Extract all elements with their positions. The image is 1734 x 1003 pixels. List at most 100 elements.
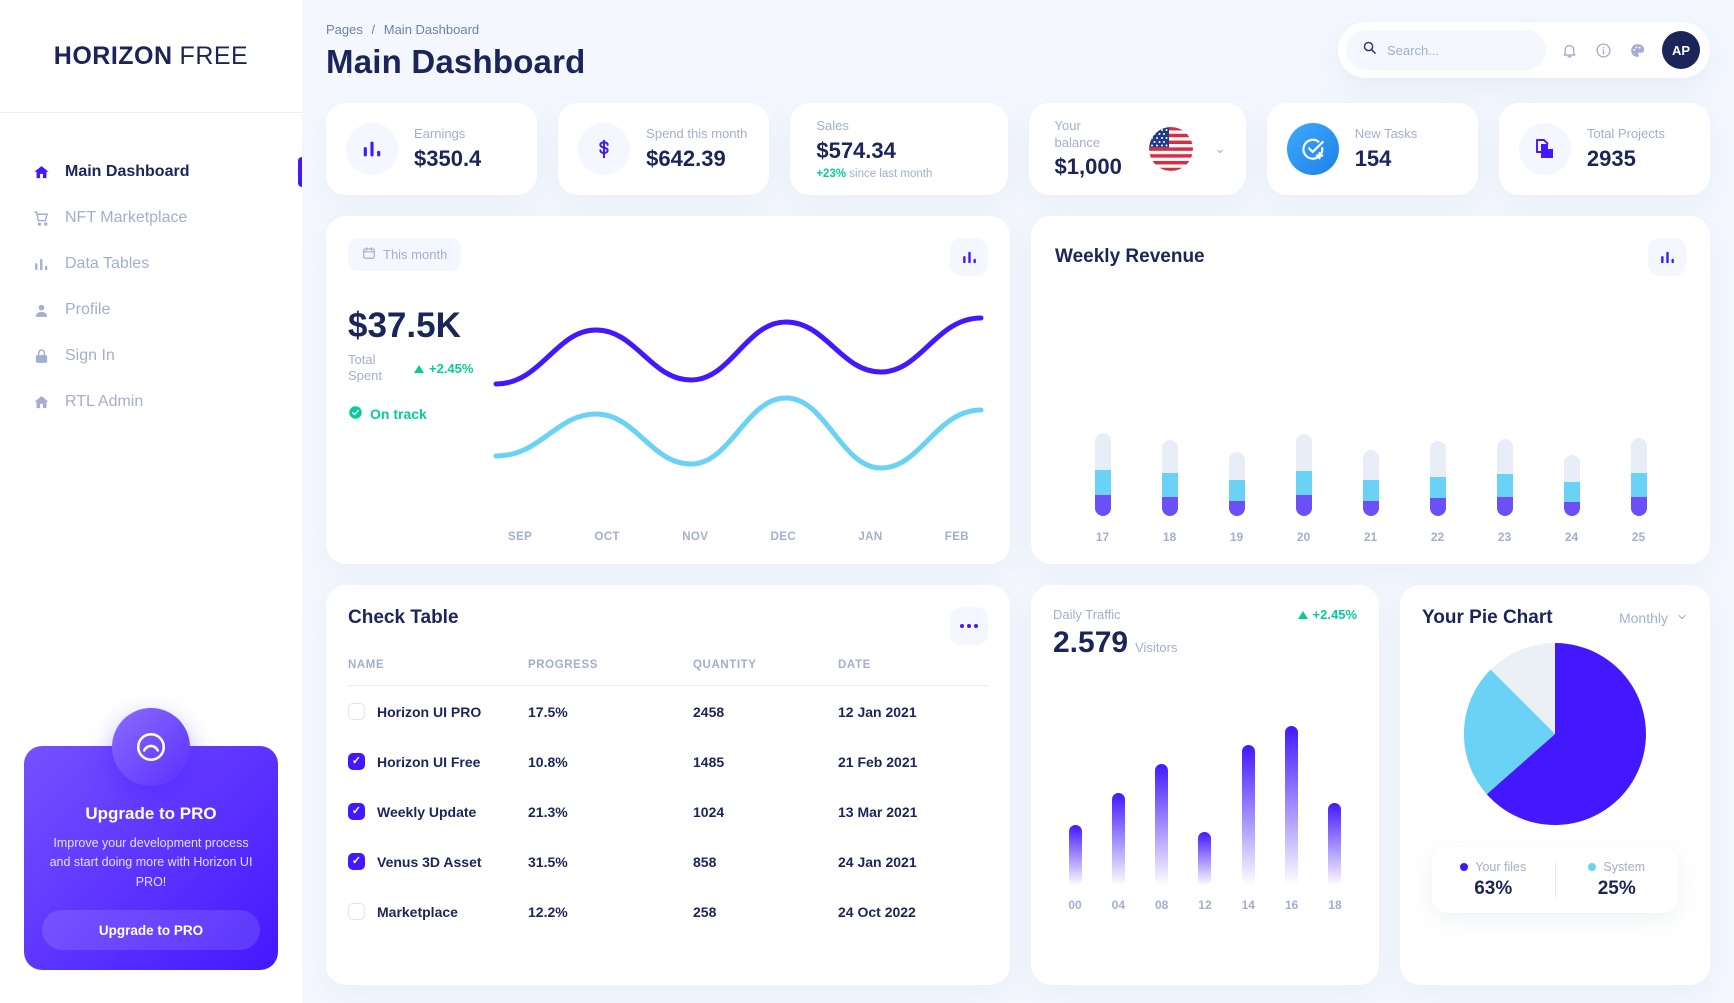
dot — [974, 624, 978, 628]
weekly-bar-group: 20 — [1289, 434, 1319, 544]
legend-color-dot — [1588, 863, 1596, 871]
pie-range-select[interactable]: Monthly — [1619, 610, 1688, 626]
x-tick-label: 20 — [1297, 530, 1310, 544]
horizon-logo-icon — [112, 708, 190, 786]
cell-quantity: 2458 — [693, 686, 838, 737]
table-row[interactable]: Horizon UI Free10.8%148521 Feb 2021 — [348, 736, 988, 786]
weekly-stacked-bar[interactable] — [1363, 450, 1379, 516]
row-name-label: Horizon UI Free — [377, 754, 480, 770]
traffic-bar[interactable] — [1328, 803, 1341, 886]
bell-icon[interactable] — [1558, 39, 1580, 61]
weekly-stacked-bar[interactable] — [1095, 433, 1111, 516]
stat-card-total-projects[interactable]: Total Projects 2935 — [1499, 103, 1710, 195]
charts-row-bottom: Check Table NAME PROGRESS QUANTITY DATE — [326, 585, 1710, 985]
caption-line-2: Spent — [348, 368, 396, 384]
top-navigation: AP — [1338, 22, 1710, 78]
weekly-bar-segment — [1095, 495, 1111, 516]
traffic-bar[interactable] — [1069, 825, 1082, 886]
table-row[interactable]: Venus 3D Asset31.5%85824 Jan 2021 — [348, 836, 988, 886]
bar-chart-icon — [346, 123, 398, 175]
table-row[interactable]: Marketplace12.2%25824 Oct 2022 — [348, 886, 988, 936]
column-header-quantity[interactable]: QUANTITY — [693, 659, 838, 686]
sidebar-item-sign-in[interactable]: Sign In — [0, 333, 302, 379]
weekly-bar-segment — [1296, 495, 1312, 516]
x-tick-label: 08 — [1155, 898, 1168, 912]
info-icon[interactable] — [1592, 39, 1614, 61]
breadcrumb-parent[interactable]: Pages — [326, 22, 363, 37]
total-spent-card: This month $37.5K Total Spent — [326, 216, 1010, 564]
weekly-bar-segment — [1095, 470, 1111, 495]
weekly-bar-group: 18 — [1155, 440, 1185, 544]
weekly-stacked-bar[interactable] — [1162, 440, 1178, 516]
cell-progress: 12.2% — [528, 886, 693, 936]
traffic-bar[interactable] — [1112, 793, 1125, 886]
stat-card-earnings[interactable]: Earnings $350.4 — [326, 103, 537, 195]
x-tick-label: 21 — [1364, 530, 1377, 544]
total-spent-delta: +2.45% — [414, 361, 473, 376]
table-row[interactable]: Weekly Update21.3%102413 Mar 2021 — [348, 786, 988, 836]
sidebar-item-label: Main Dashboard — [65, 163, 189, 181]
cell-name: Weekly Update — [348, 786, 528, 836]
weekly-bar-segment — [1363, 501, 1379, 517]
search-box[interactable] — [1346, 30, 1546, 70]
row-checkbox[interactable] — [348, 753, 365, 770]
palette-icon[interactable] — [1626, 39, 1648, 61]
stat-label: Spend this month — [646, 126, 747, 142]
weekly-bar-segment — [1296, 434, 1312, 471]
row-checkbox[interactable] — [348, 903, 365, 920]
sidebar-item-rtl-admin[interactable]: RTL Admin — [0, 379, 302, 425]
stat-card-sales[interactable]: Sales $574.34 +23% since last month — [790, 103, 1007, 195]
weekly-stacked-bar[interactable] — [1296, 434, 1312, 516]
traffic-bar[interactable] — [1285, 726, 1298, 886]
stat-value: 154 — [1355, 146, 1418, 172]
date-range-selector[interactable]: This month — [348, 238, 461, 271]
stat-value: $574.34 — [816, 138, 932, 164]
sidebar-item-label: Profile — [65, 301, 110, 319]
delta-value: +2.45% — [429, 361, 473, 376]
table-row[interactable]: Horizon UI PRO17.5%245812 Jan 2021 — [348, 686, 988, 737]
weekly-stacked-bar[interactable] — [1497, 439, 1513, 516]
stat-content: New Tasks 154 — [1355, 126, 1418, 171]
weekly-stacked-bar[interactable] — [1430, 441, 1446, 516]
sidebar-item-profile[interactable]: Profile — [0, 287, 302, 333]
weekly-bar-segment — [1497, 439, 1513, 474]
x-tick-label: OCT — [594, 531, 619, 543]
stat-card-your-balance[interactable]: Your balance $1,000 — [1029, 103, 1246, 195]
sidebar-item-nft-marketplace[interactable]: NFT Marketplace — [0, 195, 302, 241]
sidebar-item-label: RTL Admin — [65, 393, 143, 411]
column-header-name[interactable]: NAME — [348, 659, 528, 686]
row-checkbox[interactable] — [348, 853, 365, 870]
traffic-bar[interactable] — [1155, 764, 1168, 886]
weekly-stacked-bar[interactable] — [1229, 452, 1245, 516]
avatar[interactable]: AP — [1662, 31, 1700, 69]
row-name-label: Weekly Update — [377, 804, 476, 820]
traffic-bar[interactable] — [1198, 832, 1211, 886]
breadcrumb-current: Main Dashboard — [384, 22, 479, 37]
stat-card-new-tasks[interactable]: New Tasks 154 — [1267, 103, 1478, 195]
weekly-bar-segment — [1430, 441, 1446, 477]
sidebar-item-main-dashboard[interactable]: Main Dashboard — [0, 149, 302, 195]
more-horizontal-icon[interactable] — [950, 607, 988, 645]
chevron-down-icon[interactable]: ⌄ — [1215, 141, 1226, 157]
upgrade-to-pro-button[interactable]: Upgrade to PRO — [42, 910, 260, 950]
weekly-stacked-bar[interactable] — [1631, 438, 1647, 516]
brand-name-light: FREE — [180, 42, 249, 71]
column-header-date[interactable]: DATE — [838, 659, 988, 686]
x-tick-label: 16 — [1285, 898, 1298, 912]
row-checkbox[interactable] — [348, 803, 365, 820]
stat-value: $350.4 — [414, 146, 481, 172]
row-checkbox[interactable] — [348, 703, 365, 720]
daily-traffic-delta: +2.45% — [1298, 607, 1357, 622]
search-input[interactable] — [1387, 43, 1527, 58]
weekly-stacked-bar[interactable] — [1564, 455, 1580, 516]
sidebar-item-data-tables[interactable]: Data Tables — [0, 241, 302, 287]
stat-label: New Tasks — [1355, 126, 1418, 142]
x-tick-label: NOV — [682, 531, 708, 543]
column-header-progress[interactable]: PROGRESS — [528, 659, 693, 686]
weekly-revenue-chart-toggle[interactable] — [1648, 238, 1686, 276]
daily-traffic-bar-chart: 00040812141618 — [1053, 682, 1357, 912]
traffic-bar[interactable] — [1242, 745, 1255, 886]
stat-card-spend-this-month[interactable]: Spend this month $642.39 — [558, 103, 769, 195]
cell-date: 24 Jan 2021 — [838, 836, 988, 886]
total-spent-chart-toggle[interactable] — [950, 238, 988, 276]
